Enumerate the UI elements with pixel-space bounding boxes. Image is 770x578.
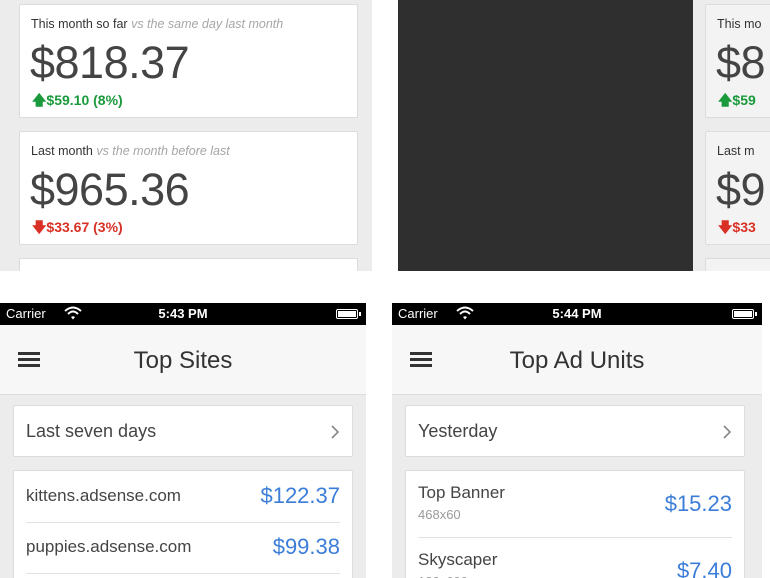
ad-unit-size: 468x60 xyxy=(418,507,461,522)
earnings-screen: This month so far vs the same day last m… xyxy=(0,0,372,271)
ad-unit-name: Skyscaper xyxy=(418,550,498,569)
battery-icon xyxy=(336,309,361,319)
chevron-right-icon xyxy=(723,425,732,439)
top-ad-units-screen: Carrier 5:44 PM Top Ad Units Yesterday T… xyxy=(392,303,762,578)
this-month-caption-partial: This mo xyxy=(717,17,762,31)
this-month-delta: 🡅$59.10 (8%) xyxy=(32,92,123,108)
navigation-drawer[interactable] xyxy=(398,0,693,271)
date-range-label: Yesterday xyxy=(418,421,498,441)
this-month-card[interactable]: This month so far vs the same day last m… xyxy=(19,4,358,118)
ad-units-list: Top Banner 468x60 $15.23 Skyscaper 120x6… xyxy=(405,470,745,578)
last-month-card[interactable]: Last month vs the month before last $965… xyxy=(19,131,358,245)
divider xyxy=(26,522,340,523)
date-range-picker[interactable]: Yesterday xyxy=(405,405,745,457)
site-name: puppies.adsense.com xyxy=(26,537,192,556)
next-card-partial[interactable] xyxy=(705,258,770,271)
last-month-delta-partial: 🡇$33 xyxy=(718,219,756,235)
clock: 5:44 PM xyxy=(552,306,602,321)
last-month-caption-partial: Last m xyxy=(717,144,755,158)
this-month-caption: This month so far vs the same day last m… xyxy=(31,17,284,31)
nav-bar: Top Sites xyxy=(0,325,366,395)
ad-unit-earnings: $7.40 xyxy=(676,558,732,578)
status-bar: Carrier 5:43 PM xyxy=(0,303,366,325)
chevron-right-icon xyxy=(331,425,340,439)
this-month-value: $818.37 xyxy=(30,37,190,88)
date-range-picker[interactable]: Last seven days xyxy=(13,405,353,457)
battery-icon xyxy=(732,309,757,319)
last-month-delta: 🡇$33.67 (3%) xyxy=(32,219,123,235)
arrow-down-icon: 🡇 xyxy=(32,219,47,235)
last-month-value: $965.36 xyxy=(30,164,190,215)
ad-unit-name: Top Banner xyxy=(418,483,505,502)
list-item[interactable]: kittens.adsense.com $122.37 xyxy=(26,483,340,513)
list-item[interactable]: Top Banner 468x60 $15.23 xyxy=(418,483,732,527)
site-earnings: $122.37 xyxy=(260,483,340,508)
last-month-caption: Last month vs the month before last xyxy=(31,144,230,158)
list-item[interactable]: Skyscaper 120x600 $7.40 xyxy=(418,550,732,578)
site-earnings: $99.38 xyxy=(272,534,340,559)
date-range-label: Last seven days xyxy=(26,421,157,441)
page-title: Top Sites xyxy=(133,347,233,374)
clock: 5:43 PM xyxy=(158,306,208,321)
earnings-screen-drawer-open: This mo $8 🡅$59 Last m $9 🡇$33 xyxy=(398,0,770,271)
divider xyxy=(26,573,340,574)
next-card-partial[interactable] xyxy=(19,258,358,271)
ad-unit-size: 120x600 xyxy=(418,574,468,578)
this-month-delta-partial: 🡅$59 xyxy=(718,92,756,108)
divider xyxy=(418,537,732,538)
site-name: kittens.adsense.com xyxy=(26,486,181,505)
page-title: Top Ad Units xyxy=(509,347,645,374)
sites-list: kittens.adsense.com $122.37 puppies.adse… xyxy=(13,470,353,578)
arrow-up-icon: 🡅 xyxy=(32,92,47,108)
arrow-down-icon: 🡇 xyxy=(718,219,733,235)
nav-bar: Top Ad Units xyxy=(392,325,762,395)
top-sites-screen: Carrier 5:43 PM Top Sites Last seven day… xyxy=(0,303,366,578)
ad-unit-earnings: $15.23 xyxy=(664,491,732,516)
last-month-card-partial[interactable]: Last m $9 🡇$33 xyxy=(705,131,770,245)
last-month-value-partial: $9 xyxy=(716,164,766,215)
this-month-card-partial[interactable]: This mo $8 🡅$59 xyxy=(705,4,770,118)
list-item[interactable]: puppies.adsense.com $99.38 xyxy=(26,534,340,564)
status-bar: Carrier 5:44 PM xyxy=(392,303,762,325)
arrow-up-icon: 🡅 xyxy=(718,92,733,108)
this-month-value-partial: $8 xyxy=(716,37,766,88)
